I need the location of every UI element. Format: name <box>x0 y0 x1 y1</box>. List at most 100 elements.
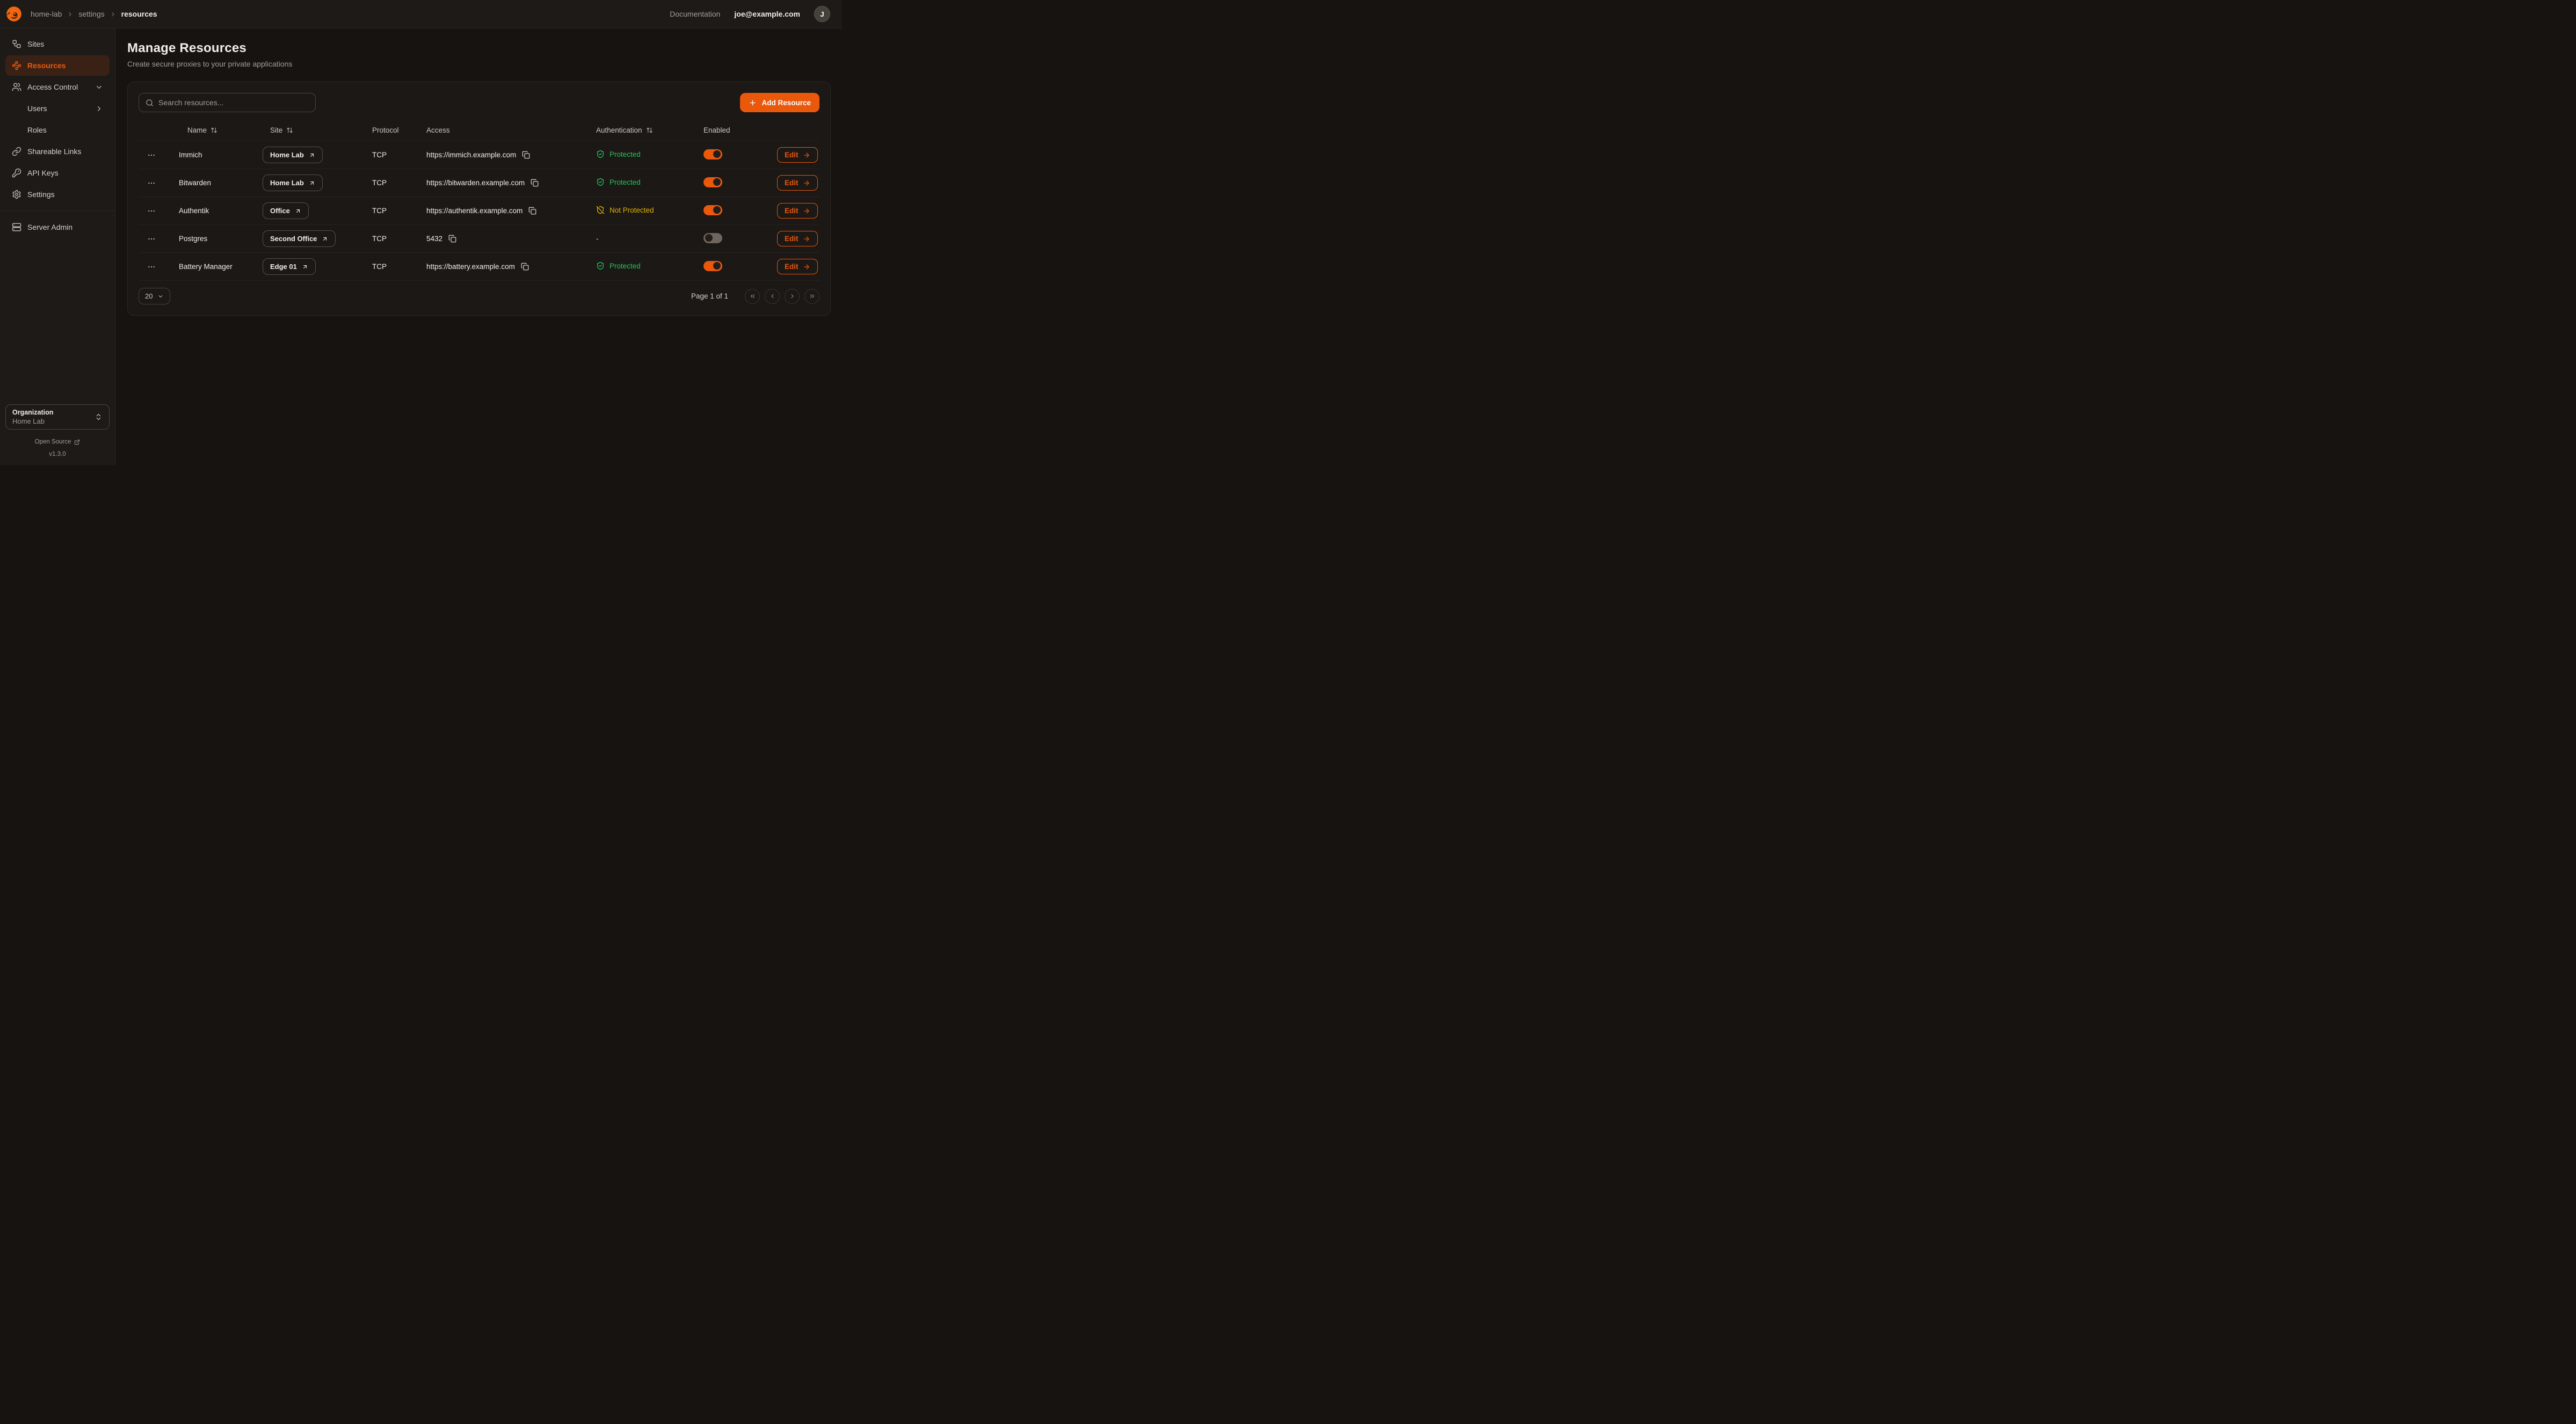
copy-button[interactable] <box>531 179 539 187</box>
user-email[interactable]: joe@example.com <box>734 10 800 18</box>
chevron-down-icon <box>95 83 103 91</box>
breadcrumb: home-lab settings resources <box>31 10 157 18</box>
pangolin-logo-icon <box>5 5 23 23</box>
edit-button[interactable]: Edit <box>777 259 818 274</box>
add-resource-button[interactable]: Add Resource <box>740 93 819 112</box>
page-title: Manage Resources <box>127 41 831 56</box>
edit-button[interactable]: Edit <box>777 147 818 163</box>
resource-name: Immich <box>179 151 263 159</box>
organization-selector[interactable]: Organization Home Lab <box>5 404 110 430</box>
chevron-down-icon <box>157 293 164 300</box>
sidebar-item-access-control[interactable]: Access Control <box>5 77 110 97</box>
page-indicator: Page 1 of 1 <box>691 292 728 300</box>
enabled-toggle[interactable] <box>703 205 722 215</box>
shield-off-icon <box>596 206 605 214</box>
site-name: Edge 01 <box>270 263 297 271</box>
shield-check-icon <box>596 178 605 186</box>
resource-name: Postgres <box>179 235 263 243</box>
copy-button[interactable] <box>522 151 530 159</box>
avatar[interactable]: J <box>814 6 830 22</box>
site-name: Home Lab <box>270 151 304 159</box>
site-link[interactable]: Home Lab <box>263 175 323 191</box>
row-menu-button[interactable] <box>147 207 156 215</box>
arrow-right-icon <box>803 235 810 243</box>
resource-protocol: TCP <box>372 151 426 159</box>
authentication-status: Protected <box>609 262 641 270</box>
sidebar-item-roles[interactable]: Roles <box>5 120 110 140</box>
table-row: Authentik Office TCP https://authentik.e… <box>139 197 819 225</box>
resource-protocol: TCP <box>372 235 426 243</box>
row-menu-button[interactable] <box>147 179 156 187</box>
site-link[interactable]: Edge 01 <box>263 258 316 275</box>
ellipsis-icon <box>147 235 156 243</box>
edit-button[interactable]: Edit <box>777 175 818 191</box>
row-menu-button[interactable] <box>147 151 156 159</box>
copy-icon <box>521 263 529 271</box>
site-link[interactable]: Office <box>263 202 309 219</box>
search-icon <box>146 99 154 107</box>
resource-name: Battery Manager <box>179 263 263 271</box>
page-size-select[interactable]: 20 <box>139 288 170 304</box>
sidebar-item-api-keys[interactable]: API Keys <box>5 163 110 183</box>
sidebar-item-label: Sites <box>27 40 44 48</box>
chevrons-left-icon <box>749 293 756 300</box>
chevron-right-icon <box>110 11 117 18</box>
copy-button[interactable] <box>448 235 456 243</box>
open-source-link[interactable]: Open Source <box>5 439 110 445</box>
open-source-label: Open Source <box>35 439 71 445</box>
column-site[interactable]: Site <box>263 126 372 134</box>
server-icon <box>12 222 21 232</box>
previous-page-button[interactable] <box>765 289 780 304</box>
enabled-toggle[interactable] <box>703 261 722 271</box>
sidebar-item-label: API Keys <box>27 169 59 177</box>
authentication-badge: - <box>587 235 599 243</box>
edit-button[interactable]: Edit <box>777 231 818 246</box>
sidebar: Sites Resources Access Control Users Rol… <box>0 28 115 465</box>
row-menu-button[interactable] <box>147 263 156 271</box>
gear-icon <box>12 190 21 199</box>
next-page-button[interactable] <box>785 289 800 304</box>
site-link[interactable]: Home Lab <box>263 147 323 163</box>
sidebar-item-shareable-links[interactable]: Shareable Links <box>5 141 110 162</box>
arrow-right-icon <box>803 207 810 215</box>
last-page-button[interactable] <box>804 289 819 304</box>
sidebar-item-label: Server Admin <box>27 223 72 231</box>
column-authentication[interactable]: Authentication <box>587 126 700 134</box>
sidebar-item-sites[interactable]: Sites <box>5 34 110 54</box>
copy-button[interactable] <box>528 207 536 215</box>
organization-label: Organization <box>12 409 53 416</box>
search-input[interactable] <box>158 98 309 107</box>
enabled-toggle[interactable] <box>703 149 722 159</box>
chevron-right-icon <box>95 105 103 113</box>
add-resource-label: Add Resource <box>761 99 811 107</box>
arrow-right-icon <box>803 263 810 271</box>
copy-icon <box>448 235 456 243</box>
arrow-up-right-icon <box>295 208 301 214</box>
documentation-link[interactable]: Documentation <box>670 10 720 18</box>
enabled-toggle[interactable] <box>703 177 722 187</box>
sidebar-item-label: Users <box>27 104 47 113</box>
site-link[interactable]: Second Office <box>263 230 336 247</box>
breadcrumb-home-lab[interactable]: home-lab <box>31 10 62 18</box>
search-box <box>139 93 316 112</box>
sidebar-item-label: Roles <box>27 126 47 134</box>
column-label: Enabled <box>703 126 730 134</box>
sidebar-item-server-admin[interactable]: Server Admin <box>5 217 110 237</box>
breadcrumb-settings[interactable]: settings <box>78 10 104 18</box>
page-size-value: 20 <box>145 292 153 300</box>
edit-button[interactable]: Edit <box>777 203 818 219</box>
sidebar-item-users[interactable]: Users <box>5 98 110 119</box>
sidebar-item-settings[interactable]: Settings <box>5 184 110 205</box>
enabled-toggle[interactable] <box>703 233 722 243</box>
authentication-status: - <box>596 235 599 243</box>
chevrons-right-icon <box>809 293 816 300</box>
edit-label: Edit <box>785 179 799 187</box>
sidebar-item-resources[interactable]: Resources <box>5 55 110 76</box>
copy-button[interactable] <box>521 263 529 271</box>
breadcrumb-resources: resources <box>121 10 157 18</box>
authentication-badge: Not Protected <box>587 206 654 214</box>
row-menu-button[interactable] <box>147 235 156 243</box>
column-name[interactable]: Name <box>179 126 263 134</box>
first-page-button[interactable] <box>745 289 760 304</box>
site-name: Office <box>270 207 290 215</box>
